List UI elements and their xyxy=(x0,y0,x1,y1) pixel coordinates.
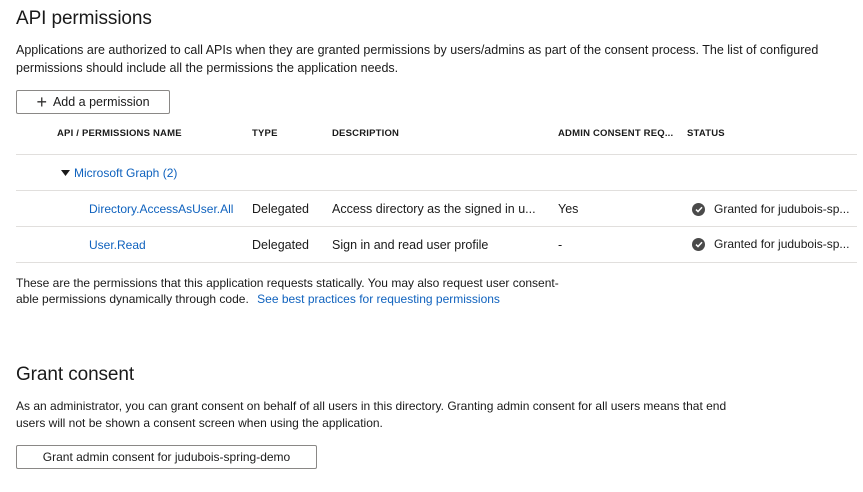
check-circle-icon xyxy=(692,237,705,251)
permission-description: Access directory as the signed in u... xyxy=(332,202,536,216)
column-header-status: STATUS xyxy=(687,128,725,139)
group-row-microsoft-graph[interactable]: Microsoft Graph (2) xyxy=(61,166,177,180)
status-text: Granted for judubois-sp... xyxy=(714,202,850,216)
intro-line-1: Applications are authorized to call APIs… xyxy=(16,43,819,57)
grant-admin-consent-label: Grant admin consent for judubois-spring-… xyxy=(42,450,291,464)
intro-line-2: permissions should include all the permi… xyxy=(16,61,399,75)
static-permissions-note-line-2: able permissions dynamically through cod… xyxy=(16,290,500,308)
status-text: Granted for judubois-sp... xyxy=(714,237,850,251)
group-row-divider xyxy=(16,190,857,191)
table-header-divider xyxy=(16,154,857,155)
add-permission-label: Add a permission xyxy=(52,95,150,109)
grant-consent-line-1: As an administrator, you can grant conse… xyxy=(16,399,727,413)
permission-type: Delegated xyxy=(252,238,309,252)
column-header-type: TYPE xyxy=(252,128,278,139)
status-badge: Granted for judubois-sp... xyxy=(692,237,849,251)
grant-admin-consent-button[interactable]: Grant admin consent for judubois-spring-… xyxy=(16,445,317,469)
status-badge: Granted for judubois-sp... xyxy=(692,202,849,216)
column-header-admin-consent: ADMIN CONSENT REQ... xyxy=(558,128,674,139)
best-practices-link[interactable]: See best practices for requesting permis… xyxy=(257,292,500,306)
permission-type: Delegated xyxy=(252,202,309,216)
admin-consent-required: - xyxy=(558,238,563,252)
caret-down-icon xyxy=(61,169,70,176)
grant-consent-line-2: users will not be shown a consent screen… xyxy=(16,416,383,430)
column-header-description: DESCRIPTION xyxy=(332,128,400,139)
column-header-api-name: API / PERMISSIONS NAME xyxy=(57,128,182,139)
grant-consent-title: Grant consent xyxy=(16,364,135,385)
static-permissions-note-text: able permissions dynamically through cod… xyxy=(16,292,249,306)
group-label: Microsoft Graph (2) xyxy=(74,166,178,180)
page-title: API permissions xyxy=(16,8,152,29)
table-bottom-divider xyxy=(16,262,857,263)
check-circle-icon xyxy=(692,202,705,216)
add-permission-button[interactable]: + Add a permission xyxy=(16,90,170,114)
permission-link[interactable]: Directory.AccessAsUser.All xyxy=(89,202,233,216)
row-divider xyxy=(16,226,857,227)
permission-description: Sign in and read user profile xyxy=(332,238,489,252)
admin-consent-required: Yes xyxy=(558,202,579,216)
permission-link[interactable]: User.Read xyxy=(89,238,146,252)
plus-icon: + xyxy=(36,92,47,112)
